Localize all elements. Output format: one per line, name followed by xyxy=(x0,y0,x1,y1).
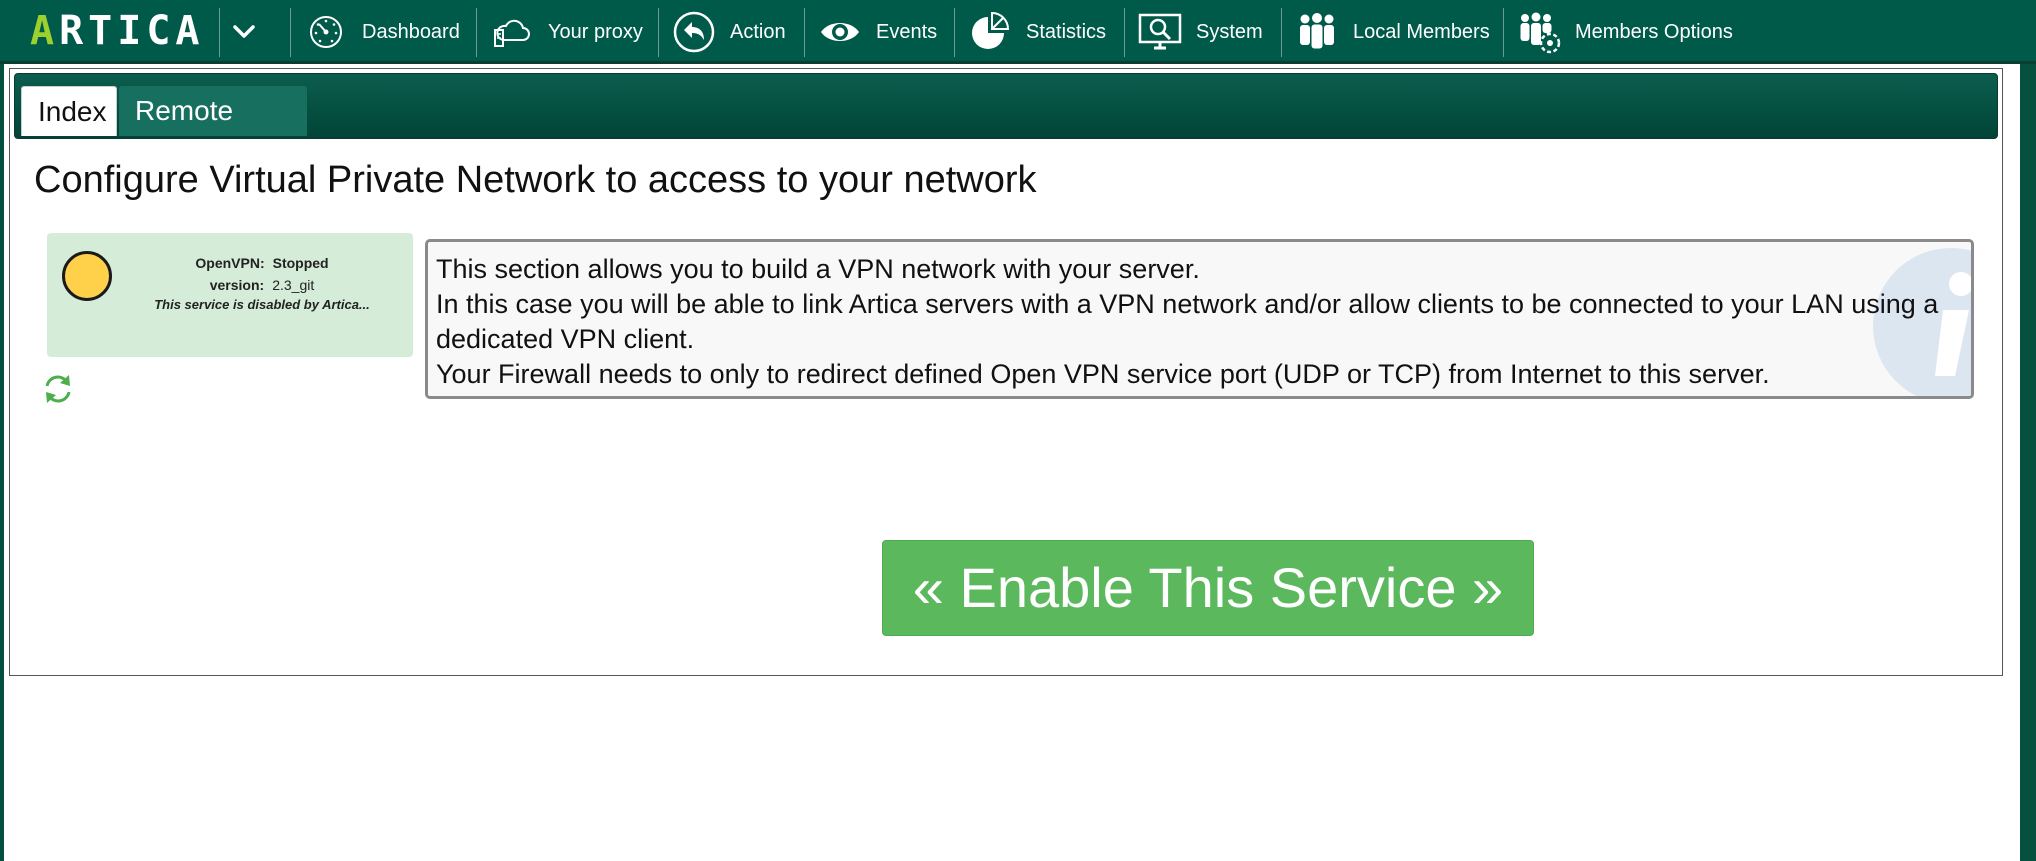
nav-dashboard-label: Dashboard xyxy=(362,20,460,43)
page-right-edge xyxy=(2020,64,2036,861)
nav-separator xyxy=(1503,8,1504,57)
nav-separator xyxy=(1281,8,1282,57)
nav-local-members[interactable]: Local Members xyxy=(1295,0,1490,64)
nav-events[interactable]: Events xyxy=(818,0,937,64)
nav-action-label: Action xyxy=(730,20,786,43)
refresh-status-button[interactable] xyxy=(40,371,76,407)
users-gear-icon xyxy=(1517,10,1561,54)
page-left-edge xyxy=(0,64,4,861)
nav-separator xyxy=(954,8,955,57)
version-label: version: xyxy=(209,277,265,293)
status-indicator-led xyxy=(62,251,112,301)
nav-system-label: System xyxy=(1196,20,1263,43)
users-group-icon xyxy=(1295,10,1339,54)
page-title: Configure Virtual Private Network to acc… xyxy=(34,159,1037,201)
nav-statistics[interactable]: Statistics xyxy=(968,0,1106,64)
nav-separator xyxy=(290,8,291,57)
explanation-text: This section allows you to build a VPN n… xyxy=(436,252,1966,392)
artica-logo[interactable]: ARTICA xyxy=(30,11,205,51)
nav-action[interactable]: Action xyxy=(672,0,786,64)
nav-separator xyxy=(476,8,477,57)
enable-service-button[interactable]: « Enable This Service » xyxy=(882,540,1534,636)
action-back-icon xyxy=(672,10,716,54)
service-status-value: Stopped xyxy=(272,255,329,271)
service-status-box: OpenVPN: Stopped version: 2.3_git This ser… xyxy=(47,233,413,357)
service-label: OpenVPN: xyxy=(195,255,265,271)
nav-statistics-label: Statistics xyxy=(1026,20,1107,43)
service-status-line: OpenVPN: Stopped xyxy=(117,255,407,271)
nav-your-proxy[interactable]: Your proxy xyxy=(490,0,643,64)
eye-icon xyxy=(818,10,862,54)
service-version-line: version: 2.3_git xyxy=(117,277,407,293)
explanation-line: Your Firewall needs to only to redirect … xyxy=(436,359,1770,389)
nav-members-options[interactable]: Members Options xyxy=(1517,0,1733,64)
nav-your-proxy-label: Your proxy xyxy=(548,20,643,43)
monitor-search-icon xyxy=(1138,10,1182,54)
proxy-cloud-icon xyxy=(490,10,534,54)
top-navigation-bar: ARTICA Dashboard Your proxy Action Event… xyxy=(0,0,2036,64)
nav-members-options-label: Members Options xyxy=(1575,20,1733,43)
nav-dashboard[interactable]: Dashboard xyxy=(304,0,460,64)
nav-separator xyxy=(1124,8,1125,57)
nav-local-members-label: Local Members xyxy=(1353,20,1490,43)
pie-chart-icon xyxy=(968,10,1012,54)
tab-index[interactable]: Index xyxy=(21,86,117,136)
nav-separator xyxy=(658,8,659,57)
explanation-box: This section allows you to build a VPN n… xyxy=(425,239,1974,399)
nav-separator xyxy=(219,8,220,57)
main-panel: Index Remote sites Configure Virtual Pri… xyxy=(9,68,2003,676)
explanation-line: This section allows you to build a VPN n… xyxy=(436,254,1200,284)
service-disabled-note: This service is disabled by Artica... xyxy=(154,297,370,312)
nav-separator xyxy=(804,8,805,57)
nav-system[interactable]: System xyxy=(1138,0,1263,64)
dashboard-gauge-icon xyxy=(304,10,348,54)
tab-remote-sites[interactable]: Remote sites xyxy=(119,86,307,176)
tab-bar: Index Remote sites xyxy=(14,73,1998,176)
chevron-down-icon xyxy=(233,25,255,38)
nav-events-label: Events xyxy=(876,20,938,43)
nav-menu-toggle-button[interactable] xyxy=(222,12,266,52)
version-value: 2.3_git xyxy=(272,277,315,293)
refresh-icon xyxy=(45,375,71,403)
explanation-line: In this case you will be able to link Ar… xyxy=(436,289,1939,354)
